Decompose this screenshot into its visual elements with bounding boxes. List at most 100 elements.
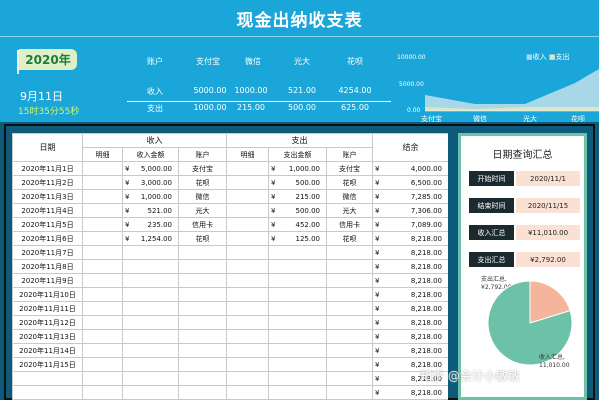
row-expense-account[interactable]: 花呗 <box>326 175 373 190</box>
row-expense-amount[interactable] <box>268 343 327 358</box>
row-expense-detail[interactable] <box>226 385 269 400</box>
row-date[interactable]: 2020年11月11日 <box>12 301 83 316</box>
row-expense-detail[interactable] <box>226 357 269 372</box>
row-balance[interactable]: ¥8,218.00 <box>372 315 448 330</box>
row-date[interactable]: 2020年11月6日 <box>12 231 83 246</box>
row-income-detail[interactable] <box>82 273 123 288</box>
row-income-account[interactable] <box>178 329 227 344</box>
row-expense-detail[interactable] <box>226 315 269 330</box>
row-income-amount[interactable] <box>122 385 179 400</box>
row-income-detail[interactable] <box>82 217 123 232</box>
row-income-amount[interactable] <box>122 287 179 302</box>
row-expense-detail[interactable] <box>226 273 269 288</box>
row-income-amount[interactable] <box>122 301 179 316</box>
row-expense-amount[interactable] <box>268 385 327 400</box>
row-expense-amount[interactable]: ¥500.00 <box>268 203 327 218</box>
row-date[interactable] <box>12 371 83 386</box>
row-income-detail[interactable] <box>82 175 123 190</box>
row-income-amount[interactable]: ¥5,000.00 <box>122 161 179 176</box>
row-balance[interactable]: ¥6,500.00 <box>372 175 448 190</box>
row-income-amount[interactable]: ¥235.00 <box>122 217 179 232</box>
row-income-amount[interactable] <box>122 329 179 344</box>
row-income-amount[interactable] <box>122 259 179 274</box>
row-expense-detail[interactable] <box>226 329 269 344</box>
row-balance[interactable]: ¥8,218.00 <box>372 273 448 288</box>
row-date[interactable] <box>12 385 83 400</box>
row-expense-account[interactable] <box>326 245 373 260</box>
row-income-account[interactable] <box>178 273 227 288</box>
row-income-detail[interactable] <box>82 203 123 218</box>
row-date[interactable]: 2020年11月3日 <box>12 189 83 204</box>
row-income-amount[interactable] <box>122 245 179 260</box>
row-expense-account[interactable] <box>326 357 373 372</box>
row-expense-account[interactable] <box>326 259 373 274</box>
row-income-detail[interactable] <box>82 371 123 386</box>
row-income-account[interactable] <box>178 343 227 358</box>
row-expense-account[interactable] <box>326 301 373 316</box>
row-expense-amount[interactable] <box>268 329 327 344</box>
row-date[interactable]: 2020年11月8日 <box>12 259 83 274</box>
row-expense-account[interactable] <box>326 343 373 358</box>
row-date[interactable]: 2020年11月12日 <box>12 315 83 330</box>
row-expense-account[interactable]: 花呗 <box>326 231 373 246</box>
row-balance[interactable]: ¥8,218.00 <box>372 301 448 316</box>
row-income-account[interactable]: 微信 <box>178 189 227 204</box>
row-expense-detail[interactable] <box>226 245 269 260</box>
row-date[interactable]: 2020年11月7日 <box>12 245 83 260</box>
row-date[interactable]: 2020年11月10日 <box>12 287 83 302</box>
row-expense-amount[interactable] <box>268 357 327 372</box>
row-balance[interactable]: ¥8,218.00 <box>372 259 448 274</box>
row-income-account[interactable] <box>178 287 227 302</box>
row-income-amount[interactable] <box>122 357 179 372</box>
row-income-detail[interactable] <box>82 287 123 302</box>
row-expense-amount[interactable]: ¥125.00 <box>268 231 327 246</box>
row-expense-amount[interactable] <box>268 287 327 302</box>
row-income-account[interactable]: 支付宝 <box>178 161 227 176</box>
row-expense-detail[interactable] <box>226 259 269 274</box>
row-expense-detail[interactable] <box>226 217 269 232</box>
row-income-amount[interactable]: ¥1,000.00 <box>122 189 179 204</box>
row-income-account[interactable] <box>178 385 227 400</box>
row-income-amount[interactable] <box>122 315 179 330</box>
row-expense-detail[interactable] <box>226 175 269 190</box>
row-expense-account[interactable] <box>326 273 373 288</box>
row-income-detail[interactable] <box>82 161 123 176</box>
row-income-amount[interactable]: ¥3,000.00 <box>122 175 179 190</box>
row-income-account[interactable]: 花呗 <box>178 231 227 246</box>
row-date[interactable]: 2020年11月15日 <box>12 357 83 372</box>
row-date[interactable]: 2020年11月14日 <box>12 343 83 358</box>
row-expense-account[interactable] <box>326 385 373 400</box>
row-income-account[interactable] <box>178 371 227 386</box>
row-date[interactable]: 2020年11月13日 <box>12 329 83 344</box>
row-expense-detail[interactable] <box>226 371 269 386</box>
row-income-detail[interactable] <box>82 301 123 316</box>
row-expense-account[interactable]: 信用卡 <box>326 217 373 232</box>
row-income-account[interactable] <box>178 245 227 260</box>
row-income-account[interactable] <box>178 301 227 316</box>
row-expense-detail[interactable] <box>226 287 269 302</box>
row-date[interactable]: 2020年11月4日 <box>12 203 83 218</box>
row-expense-amount[interactable] <box>268 371 327 386</box>
row-date[interactable]: 2020年11月9日 <box>12 273 83 288</box>
row-balance[interactable]: ¥8,218.00 <box>372 343 448 358</box>
row-expense-amount[interactable]: ¥452.00 <box>268 217 327 232</box>
row-expense-amount[interactable] <box>268 301 327 316</box>
row-expense-account[interactable]: 微信 <box>326 189 373 204</box>
row-expense-amount[interactable] <box>268 259 327 274</box>
row-income-detail[interactable] <box>82 245 123 260</box>
row-expense-account[interactable] <box>326 315 373 330</box>
row-income-amount[interactable] <box>122 343 179 358</box>
row-income-amount[interactable]: ¥521.00 <box>122 203 179 218</box>
row-income-detail[interactable] <box>82 189 123 204</box>
row-balance[interactable]: ¥8,218.00 <box>372 245 448 260</box>
row-date[interactable]: 2020年11月5日 <box>12 217 83 232</box>
row-balance[interactable]: ¥8,218.00 <box>372 231 448 246</box>
end-date-field[interactable]: 2020/11/15 <box>516 198 580 213</box>
row-expense-amount[interactable]: ¥215.00 <box>268 189 327 204</box>
row-income-amount[interactable] <box>122 273 179 288</box>
row-income-detail[interactable] <box>82 343 123 358</box>
row-expense-account[interactable]: 支付宝 <box>326 161 373 176</box>
row-balance[interactable]: ¥7,089.00 <box>372 217 448 232</box>
row-expense-amount[interactable] <box>268 315 327 330</box>
row-income-detail[interactable] <box>82 329 123 344</box>
